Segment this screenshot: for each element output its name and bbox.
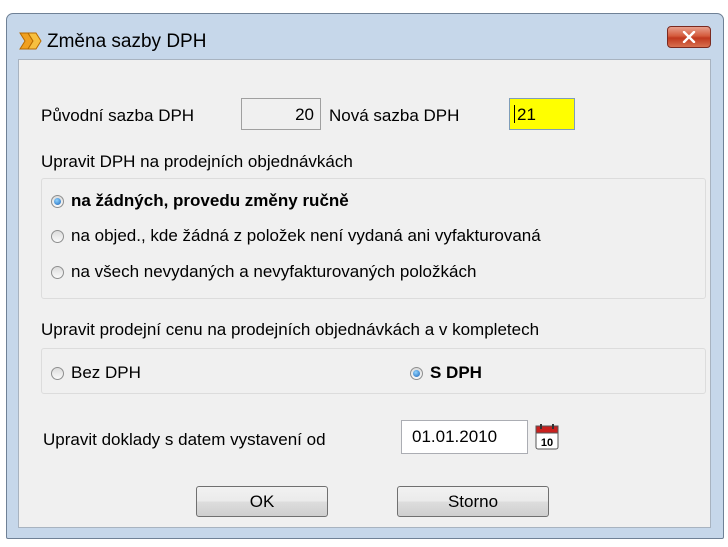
- orders-section-heading: Upravit DPH na prodejních objednávkách: [41, 152, 353, 171]
- text-cursor: [514, 105, 515, 123]
- orders-option-all[interactable]: na všech nevydaných a nevyfakturovaných …: [51, 262, 476, 282]
- price-option-with-vat-label: S DPH: [430, 363, 482, 382]
- original-rate-label: Původní sazba DPH: [41, 106, 195, 125]
- original-rate-field: 20: [241, 98, 321, 130]
- close-icon: [682, 31, 696, 43]
- calendar-day: 10: [541, 437, 553, 449]
- radio-selected[interactable]: [51, 194, 64, 208]
- window-title: Změna sazby DPH: [47, 31, 207, 52]
- new-rate-label: Nová sazba DPH: [329, 106, 460, 125]
- radio-unselected[interactable]: [51, 265, 64, 279]
- price-option-without-vat[interactable]: Bez DPH: [51, 363, 141, 383]
- new-rate-input[interactable]: 21: [509, 98, 575, 130]
- date-input[interactable]: 01.01.2010: [401, 420, 528, 454]
- orders-option-unissued-label: na objed., kde žádná z položek není vyda…: [71, 226, 541, 245]
- price-section-heading: Upravit prodejní cenu na prodejních obje…: [41, 320, 540, 339]
- close-button[interactable]: [667, 26, 711, 48]
- radio-selected[interactable]: [410, 366, 423, 380]
- title-bar[interactable]: Změna sazby DPH: [7, 14, 723, 62]
- radio-unselected[interactable]: [51, 366, 64, 380]
- radio-unselected[interactable]: [51, 229, 64, 243]
- orders-option-none[interactable]: na žádných, provedu změny ručně: [51, 191, 349, 211]
- date-label: Upravit doklady s datem vystavení od: [43, 430, 326, 449]
- price-option-with-vat[interactable]: S DPH: [410, 363, 482, 383]
- calendar-icon[interactable]: 10: [535, 424, 559, 450]
- dialog-content: Původní sazba DPH 20 Nová sazba DPH 21 U…: [18, 59, 711, 528]
- app-logo-icon: [19, 32, 42, 50]
- cancel-button[interactable]: Storno: [397, 486, 549, 517]
- price-option-without-vat-label: Bez DPH: [71, 363, 141, 382]
- dialog-window: Změna sazby DPH Původní sazba DPH 20 Nov…: [6, 13, 724, 539]
- orders-option-all-label: na všech nevydaných a nevyfakturovaných …: [71, 262, 477, 281]
- new-rate-value: 21: [517, 105, 536, 124]
- orders-option-unissued[interactable]: na objed., kde žádná z položek není vyda…: [51, 226, 541, 246]
- orders-option-none-label: na žádných, provedu změny ručně: [71, 191, 349, 210]
- ok-button[interactable]: OK: [196, 486, 328, 517]
